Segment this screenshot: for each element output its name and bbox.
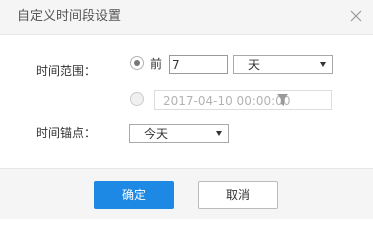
chevron-down-icon bbox=[320, 62, 326, 67]
confirm-button[interactable]: 确定 bbox=[94, 181, 174, 209]
dialog-header: 自定义时间段设置 bbox=[0, 0, 373, 35]
chevron-down-icon bbox=[216, 131, 222, 136]
absolute-range-radio[interactable] bbox=[130, 92, 144, 106]
time-range-label: 时间范围： bbox=[36, 64, 97, 78]
close-icon[interactable] bbox=[349, 9, 363, 23]
filter-icon bbox=[277, 94, 288, 106]
time-anchor-label: 时间锚点： bbox=[36, 126, 97, 140]
relative-prefix-label: 前 bbox=[150, 57, 163, 71]
start-date-placeholder: 2017-04-10 00:00:00 bbox=[163, 94, 291, 108]
custom-time-range-dialog: 自定义时间段设置 时间范围： 前 天 2017-04-10 00:00:00 时… bbox=[0, 0, 373, 219]
dialog-title: 自定义时间段设置 bbox=[17, 9, 122, 24]
time-anchor-select[interactable]: 今天 bbox=[129, 124, 229, 143]
relative-range-radio[interactable] bbox=[130, 56, 144, 70]
relative-count-input[interactable] bbox=[169, 55, 228, 74]
relative-unit-select[interactable]: 天 bbox=[233, 55, 333, 74]
cancel-button[interactable]: 取消 bbox=[198, 181, 278, 209]
start-date-input[interactable]: 2017-04-10 00:00:00 bbox=[154, 90, 332, 110]
dialog-footer: 确定 取消 bbox=[0, 168, 373, 219]
relative-unit-value: 天 bbox=[248, 58, 261, 72]
time-anchor-value: 今天 bbox=[144, 127, 169, 141]
